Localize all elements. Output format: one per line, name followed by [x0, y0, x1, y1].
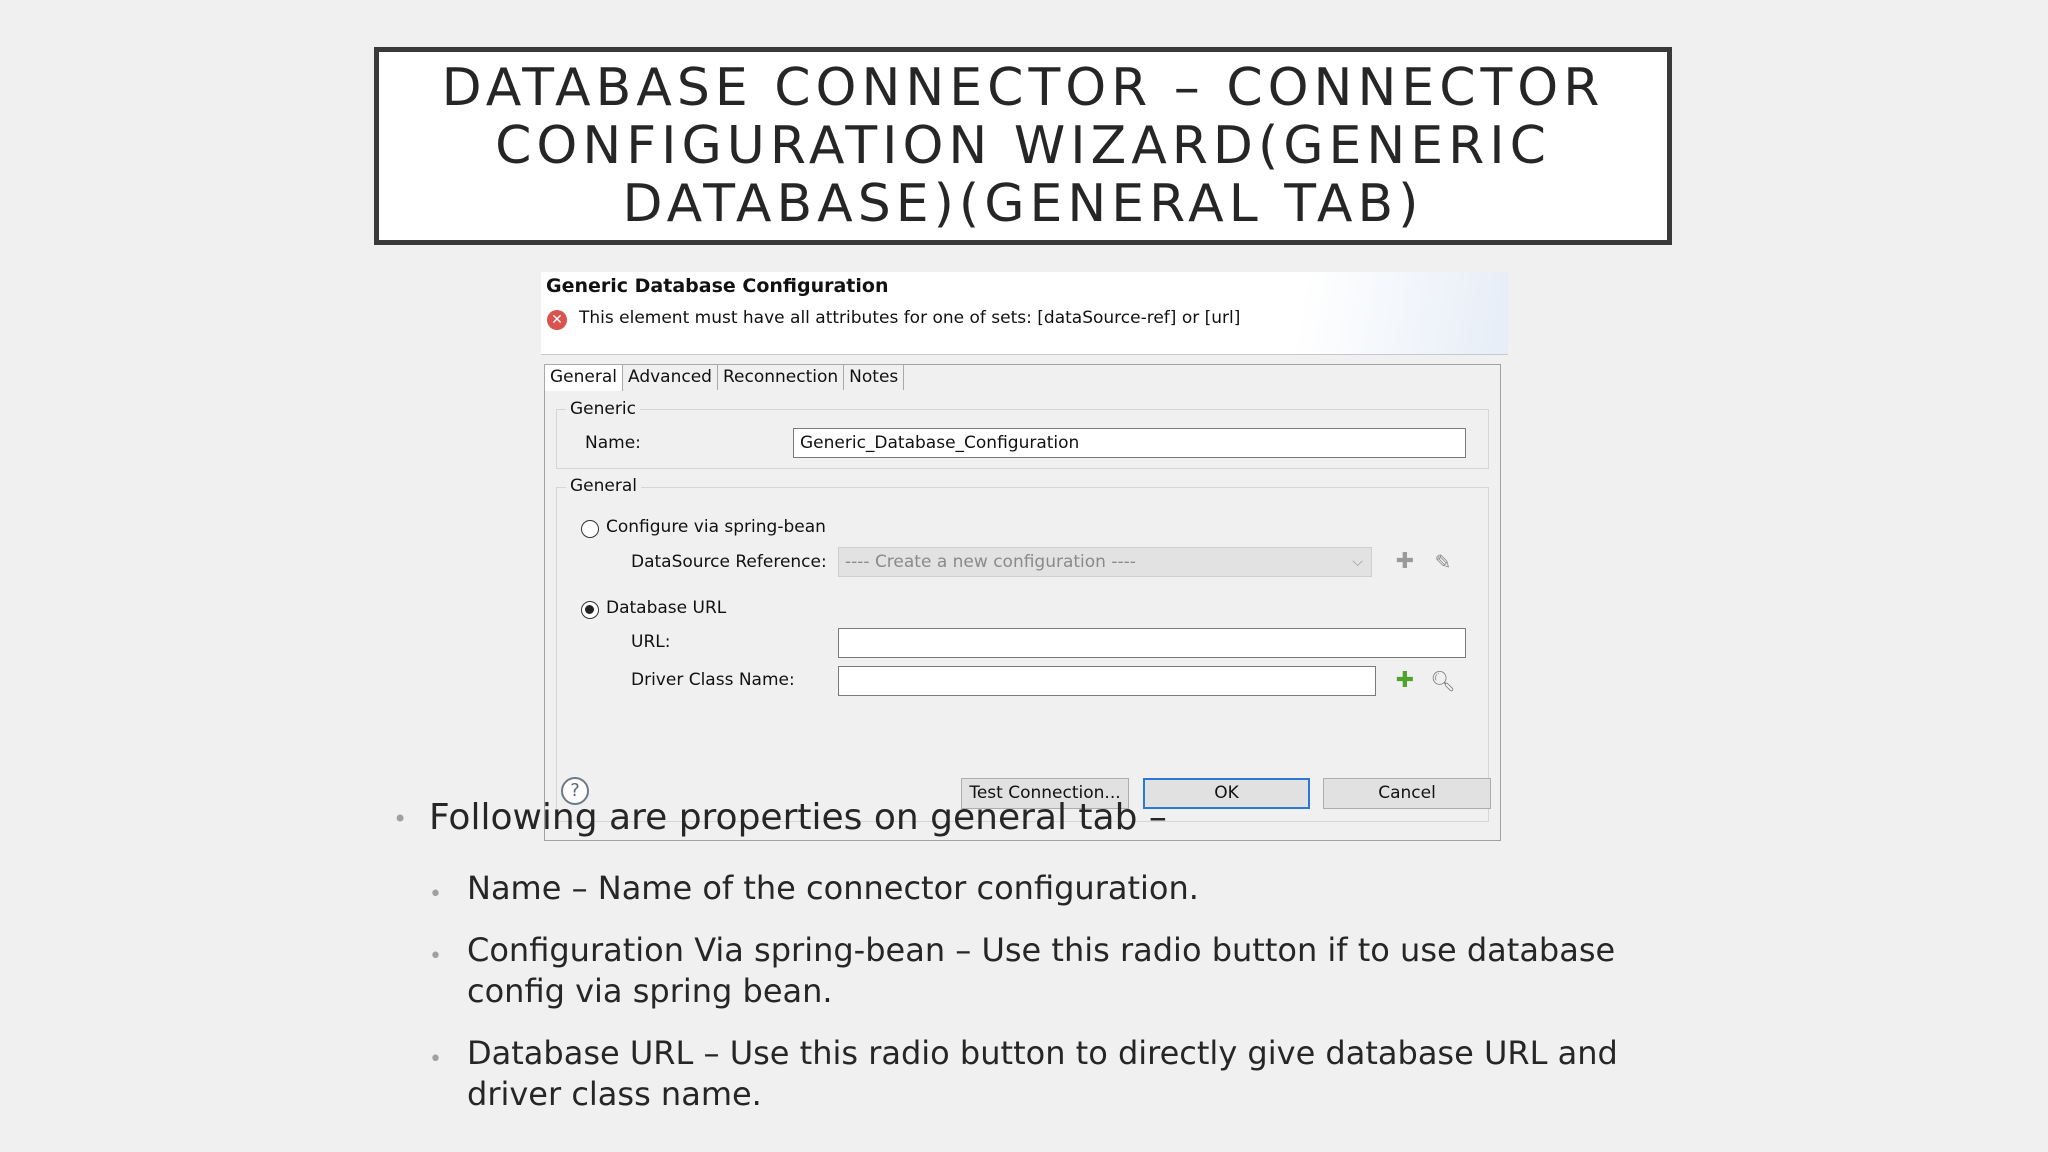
bullet-dot: • [429, 944, 442, 969]
tab-bar: General Advanced Reconnection Notes [544, 364, 905, 391]
dialog-title: Generic Database Configuration [546, 275, 889, 297]
slide-title-box: DATABASE CONNECTOR – CONNECTOR CONFIGURA… [374, 47, 1672, 245]
bullet-item-text: Database URL – Use this radio button to … [467, 1034, 1618, 1113]
database-url-radio-label[interactable]: Database URL [606, 598, 726, 618]
bullet-dot: • [429, 1047, 442, 1072]
error-icon: ✕ [547, 310, 567, 330]
bullet-item-text: Configuration Via spring-bean – Use this… [467, 931, 1616, 1010]
spring-bean-radio-label[interactable]: Configure via spring-bean [606, 517, 826, 537]
slide-title: DATABASE CONNECTOR – CONNECTOR CONFIGURA… [441, 58, 1605, 234]
bullet-main-text: Following are properties on general tab … [429, 797, 1167, 838]
datasource-select[interactable]: ---- Create a new configuration ---- ⌵ [838, 547, 1372, 577]
url-label: URL: [631, 632, 671, 652]
config-dialog: Generic Database Configuration ✕ This el… [541, 272, 1508, 841]
name-field[interactable]: Generic_Database_Configuration [793, 428, 1466, 458]
chevron-down-icon: ⌵ [1352, 554, 1363, 570]
error-message: This element must have all attributes fo… [579, 308, 1241, 328]
tab-reconnection[interactable]: Reconnection [716, 364, 845, 390]
cancel-button[interactable]: Cancel [1323, 778, 1491, 809]
driver-class-field[interactable] [838, 666, 1376, 696]
driver-class-label: Driver Class Name: [631, 670, 795, 690]
bullet-dot: • [393, 805, 408, 833]
bullet-item-text: Name – Name of the connector configurati… [467, 869, 1199, 907]
add-icon[interactable]: ✚ [1392, 668, 1418, 694]
datasource-label: DataSource Reference: [631, 552, 827, 572]
add-icon[interactable]: ✚ [1392, 549, 1418, 575]
edit-icon[interactable]: ✎ [1430, 549, 1456, 575]
spring-bean-radio[interactable] [581, 520, 599, 538]
ok-button[interactable]: OK [1143, 778, 1310, 809]
datasource-select-value: ---- Create a new configuration ---- [845, 552, 1136, 572]
bullet-dot: • [429, 882, 442, 907]
url-field[interactable] [838, 628, 1466, 658]
generic-group-label: Generic [566, 399, 640, 419]
tab-advanced[interactable]: Advanced [622, 364, 718, 390]
dialog-header: Generic Database Configuration ✕ This el… [541, 272, 1508, 355]
database-url-radio[interactable] [581, 601, 599, 619]
tab-notes[interactable]: Notes [843, 364, 905, 390]
tab-general[interactable]: General [544, 364, 623, 391]
name-label: Name: [585, 433, 641, 453]
search-icon[interactable]: 🔍︎ [1430, 668, 1456, 694]
general-group-label: General [566, 476, 641, 496]
